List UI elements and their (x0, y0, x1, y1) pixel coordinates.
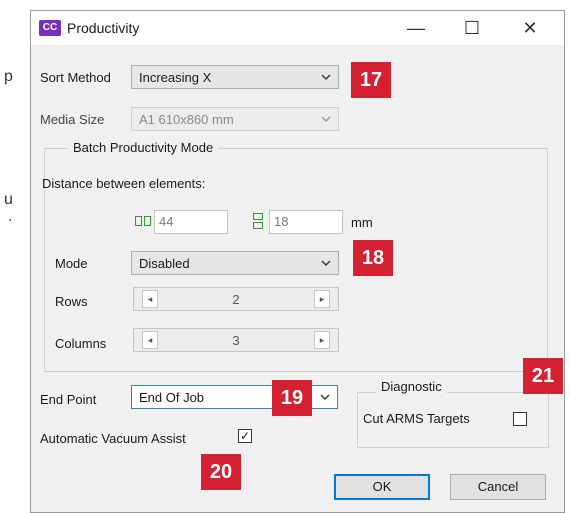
mode-select[interactable]: Disabled (131, 251, 339, 275)
background-text-fragment: p (4, 68, 13, 85)
diagnostic-title: Diagnostic (376, 379, 447, 394)
batch-productivity-title: Batch Productivity Mode (68, 140, 219, 155)
mode-label: Mode (55, 256, 88, 271)
window-title: Productivity (67, 20, 140, 36)
callout-badge-19: 19 (272, 380, 312, 416)
title-bar[interactable]: CC Productivity — ☐ ✕ (31, 11, 564, 45)
end-point-label: End Point (40, 392, 97, 407)
rows-increment-button[interactable]: ▸ (314, 290, 330, 308)
columns-spinner[interactable]: ◂ 3 ▸ (133, 328, 339, 352)
horizontal-distance-input[interactable]: 44 (154, 210, 228, 234)
media-size-label: Media Size (40, 112, 105, 127)
columns-label: Columns (55, 336, 107, 351)
chevron-down-icon (320, 254, 332, 275)
chevron-down-icon (320, 68, 332, 89)
vacuum-assist-label: Automatic Vacuum Assist (40, 431, 186, 446)
distance-label: Distance between elements: (42, 176, 206, 191)
columns-value: 3 (232, 333, 240, 348)
productivity-dialog: CC Productivity — ☐ ✕ Sort Method Increa… (30, 10, 565, 513)
unit-label: mm (351, 215, 373, 230)
vertical-distance-input[interactable]: 18 (269, 210, 343, 234)
media-size-select[interactable]: A1 610x860 mm (131, 107, 339, 131)
cancel-button[interactable]: Cancel (450, 474, 546, 500)
background-text-fragment: . (8, 208, 13, 225)
sort-method-label: Sort Method (40, 70, 111, 85)
maximize-button[interactable]: ☐ (449, 11, 495, 45)
media-size-value: A1 610x860 mm (139, 112, 234, 127)
callout-badge-17: 17 (351, 62, 391, 98)
columns-increment-button[interactable]: ▸ (314, 331, 330, 349)
rows-spinner[interactable]: ◂ 2 ▸ (133, 287, 339, 311)
chevron-down-icon (319, 388, 331, 409)
background-text-fragment: u (4, 191, 13, 208)
callout-badge-20: 20 (201, 454, 241, 490)
vertical-spacing-icon (252, 213, 264, 232)
horizontal-spacing-icon (135, 215, 151, 230)
cut-arms-checkbox[interactable] (513, 412, 527, 426)
close-button[interactable]: ✕ (507, 11, 553, 45)
chevron-down-icon (320, 110, 332, 131)
sort-method-value: Increasing X (139, 70, 212, 85)
rows-value: 2 (232, 292, 240, 307)
callout-badge-18: 18 (353, 240, 393, 276)
rows-label: Rows (55, 294, 88, 309)
end-point-value: End Of Job (139, 390, 205, 405)
mode-value: Disabled (139, 256, 190, 271)
vacuum-assist-checkbox[interactable]: ✓ (238, 429, 252, 443)
sort-method-select[interactable]: Increasing X (131, 65, 339, 89)
minimize-button[interactable]: — (393, 11, 439, 45)
cut-arms-label: Cut ARMS Targets (363, 411, 470, 426)
callout-badge-21: 21 (523, 358, 563, 394)
app-icon: CC (39, 20, 61, 36)
ok-button[interactable]: OK (334, 474, 430, 500)
